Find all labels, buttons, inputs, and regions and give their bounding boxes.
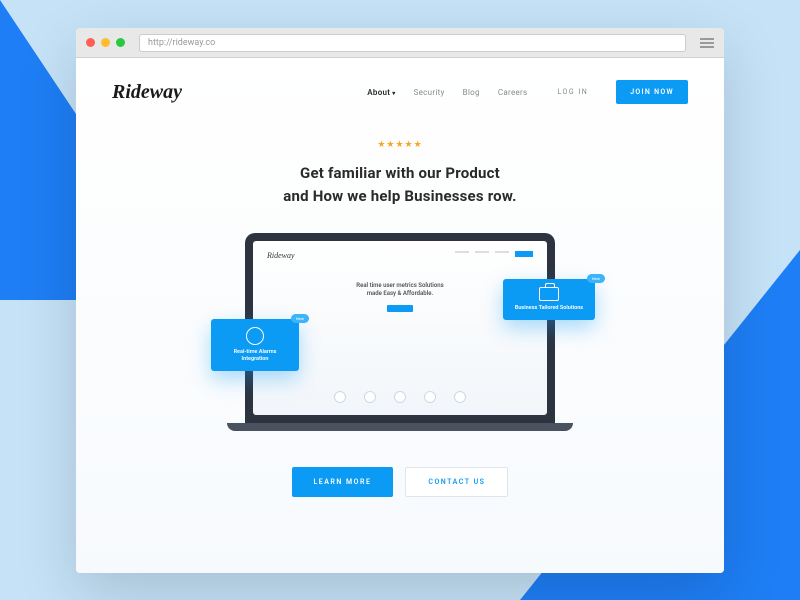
brand-logo[interactable]: Rideway (112, 81, 182, 104)
bell-icon (246, 327, 264, 345)
nav-about[interactable]: About▾ (367, 88, 395, 97)
hero-headline: Get familiar with our Product and How we… (112, 162, 688, 207)
hamburger-icon[interactable] (700, 38, 714, 48)
new-badge: New (587, 274, 605, 283)
rating-stars-icon: ★★★★★ (112, 140, 688, 150)
laptop-illustration: Rideway Real time user metrics Solutions… (112, 233, 688, 423)
hero-section: ★★★★★ Get familiar with our Product and … (112, 140, 688, 207)
mini-head-2: made Easy & Affordable. (267, 290, 533, 298)
browser-window: http://rideway.co Rideway About▾ Securit… (76, 28, 724, 573)
window-minimize-icon[interactable] (101, 38, 110, 47)
chevron-down-icon: ▾ (392, 90, 395, 97)
node-icon (364, 391, 376, 403)
join-button[interactable]: JOIN NOW (616, 80, 688, 104)
window-maximize-icon[interactable] (116, 38, 125, 47)
node-icon (454, 391, 466, 403)
new-badge: New (291, 314, 309, 323)
network-nodes (334, 391, 466, 403)
mini-headline: Real time user metrics Solutions made Ea… (267, 282, 533, 299)
headline-line-2: and How we help Businesses row. (112, 185, 688, 208)
nav-blog[interactable]: Blog (463, 88, 480, 97)
window-close-icon[interactable] (86, 38, 95, 47)
main-nav: Rideway About▾ Security Blog Careers LOG… (112, 80, 688, 104)
node-icon (334, 391, 346, 403)
page-content: Rideway About▾ Security Blog Careers LOG… (76, 58, 724, 573)
mini-cta (387, 305, 413, 312)
feature-card-business: New Business Tailored Solutions (503, 279, 595, 320)
mini-head-1: Real time user metrics Solutions (267, 282, 533, 290)
node-icon (394, 391, 406, 403)
url-bar[interactable]: http://rideway.co (139, 34, 686, 52)
nav-careers[interactable]: Careers (498, 88, 528, 97)
login-link[interactable]: LOG IN (557, 88, 588, 96)
nav-security[interactable]: Security (414, 88, 445, 97)
contact-us-button[interactable]: CONTACT US (405, 467, 508, 497)
mini-nav (455, 251, 533, 257)
feature-card-alarms: New Real-time Alarms Integration (211, 319, 299, 371)
briefcase-icon (539, 287, 559, 301)
headline-line-1: Get familiar with our Product (112, 162, 688, 185)
laptop-frame: Rideway Real time user metrics Solutions… (245, 233, 555, 423)
node-icon (424, 391, 436, 403)
browser-chrome: http://rideway.co (76, 28, 724, 58)
feature-title: Real-time Alarms Integration (221, 349, 289, 363)
cta-row: LEARN MORE CONTACT US (112, 467, 688, 497)
laptop-screen: Rideway Real time user metrics Solutions… (253, 241, 547, 415)
learn-more-button[interactable]: LEARN MORE (292, 467, 394, 497)
feature-title: Business Tailored Solutions (513, 305, 585, 312)
nav-links: About▾ Security Blog Careers LOG IN JOIN… (367, 80, 688, 104)
